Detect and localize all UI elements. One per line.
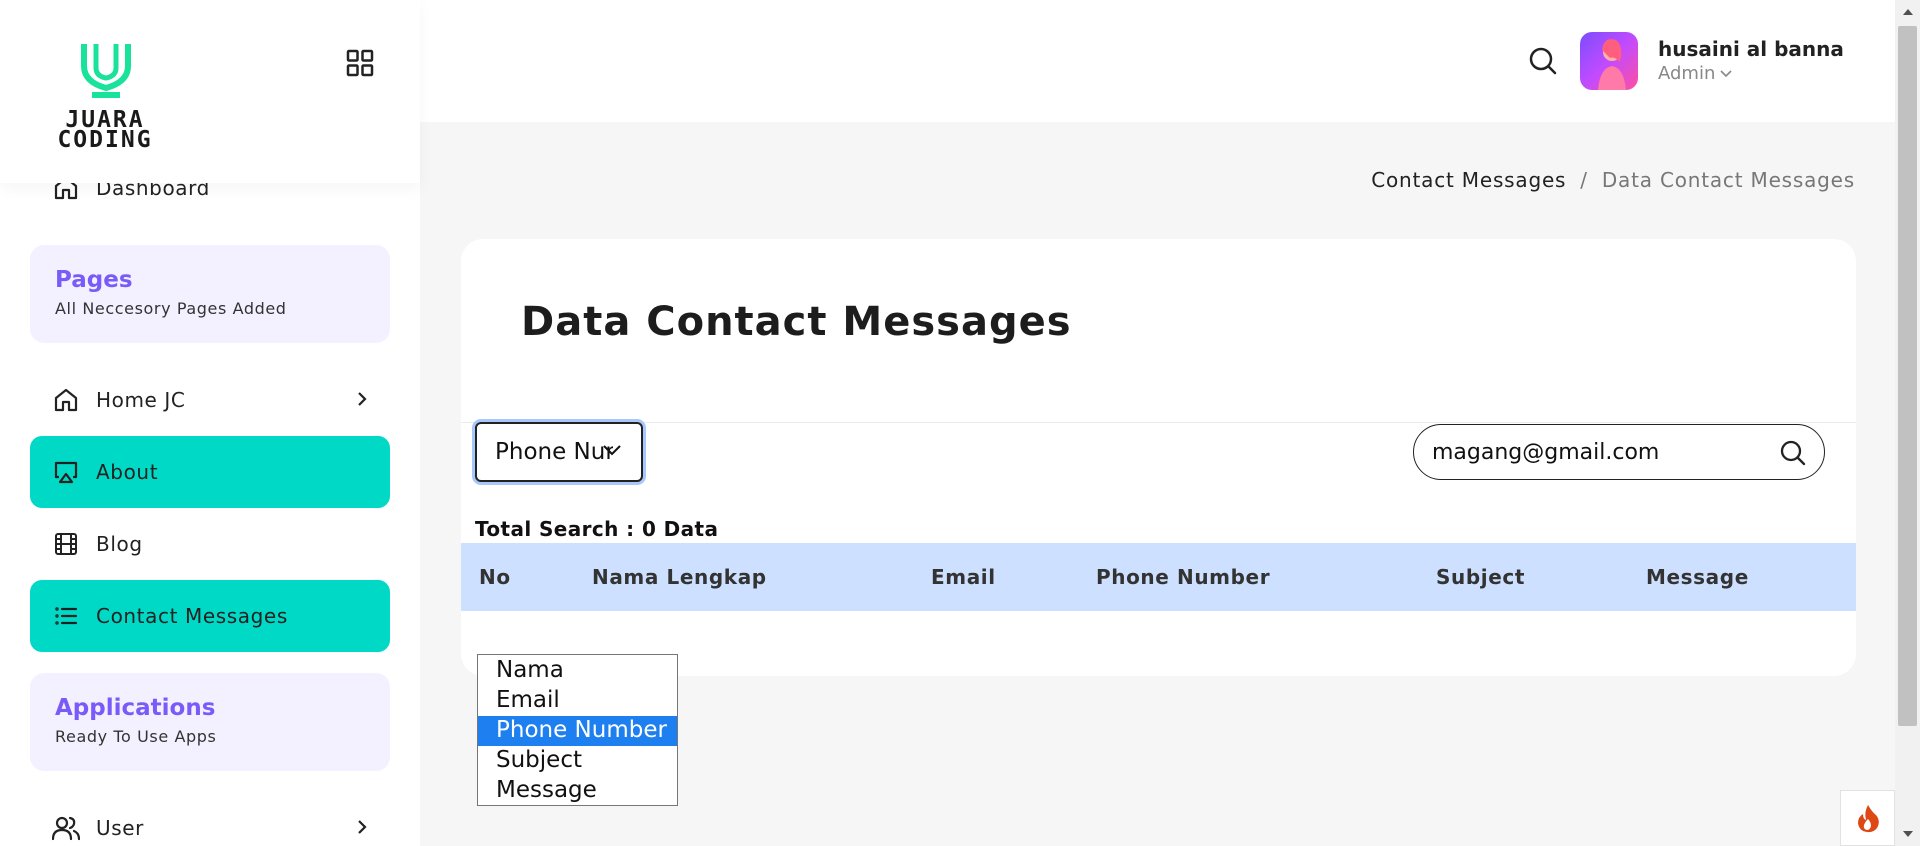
total-search-count: Total Search : 0 Data <box>475 517 719 541</box>
column-header: Subject <box>1436 565 1525 589</box>
sidebar-item-label: Home JC <box>96 388 186 412</box>
section-title: Pages <box>55 267 133 293</box>
flame-icon[interactable] <box>1840 790 1895 846</box>
column-header: Phone Number <box>1096 565 1271 589</box>
logo-area: JUARA CODING <box>0 0 420 183</box>
sidebar-item-contact-messages[interactable]: Contact Messages <box>30 580 390 652</box>
column-header: No <box>479 565 511 589</box>
breadcrumb-current: Data Contact Messages <box>1601 168 1855 192</box>
breadcrumb-separator: / <box>1580 168 1588 192</box>
airplay-icon <box>52 458 80 486</box>
search-icon[interactable] <box>1780 440 1806 470</box>
sidebar-item-user[interactable]: User <box>30 792 390 846</box>
content-card: Data Contact Messages Phone Number Total… <box>461 239 1856 676</box>
chevron-down-icon <box>603 445 621 456</box>
filter-select-value: Phone Number <box>495 439 613 465</box>
sidebar-item-label: Blog <box>96 532 143 556</box>
sidebar-item-label: Contact Messages <box>96 604 288 628</box>
breadcrumb: Contact Messages / Data Contact Messages <box>1371 168 1855 192</box>
filter-options-list: Nama Email Phone Number Subject Message <box>477 654 678 806</box>
home-icon <box>52 386 80 414</box>
page-title: Data Contact Messages <box>521 299 1072 345</box>
column-header: Message <box>1646 565 1749 589</box>
chevron-down-icon <box>1720 69 1732 77</box>
table-header: No Nama Lengkap Email Phone Number Subje… <box>461 543 1856 611</box>
option-subject[interactable]: Subject <box>478 746 677 776</box>
breadcrumb-link[interactable]: Contact Messages <box>1371 168 1566 192</box>
column-header: Email <box>931 565 996 589</box>
search-icon[interactable] <box>1528 46 1558 80</box>
users-icon <box>52 814 80 842</box>
list-icon <box>52 602 80 630</box>
film-icon <box>52 530 80 558</box>
chevron-right-icon <box>356 816 368 840</box>
scrollbar[interactable] <box>1895 0 1920 846</box>
brand-logo-icon <box>78 40 134 104</box>
user-role: Admin <box>1658 63 1716 84</box>
scroll-thumb[interactable] <box>1898 26 1917 726</box>
sidebar-item-about[interactable]: About <box>30 436 390 508</box>
pages-section-header: Pages All Neccesory Pages Added <box>30 245 390 343</box>
grid-menu-icon[interactable] <box>346 49 374 81</box>
scroll-up-arrow-icon[interactable] <box>1895 2 1920 22</box>
avatar[interactable] <box>1580 32 1638 90</box>
applications-section-header: Applications Ready To Use Apps <box>30 673 390 771</box>
option-message[interactable]: Message <box>478 776 677 806</box>
sidebar: JUARA CODING Dashboard Pages All Necceso… <box>0 0 420 846</box>
search-field <box>1413 424 1825 480</box>
user-name: husaini al banna <box>1658 37 1844 61</box>
sidebar-item-label: About <box>96 460 159 484</box>
sidebar-item-label: User <box>96 816 144 840</box>
brand-logo-text: JUARA CODING <box>57 107 153 153</box>
divider <box>461 422 1856 423</box>
option-phone-number[interactable]: Phone Number <box>478 716 677 746</box>
filter-select[interactable]: Phone Number <box>475 422 643 482</box>
chevron-right-icon <box>356 388 368 412</box>
sidebar-item-home-jc[interactable]: Home JC <box>30 364 390 436</box>
column-header: Nama Lengkap <box>592 565 767 589</box>
option-nama[interactable]: Nama <box>478 656 677 686</box>
top-header <box>420 0 1895 122</box>
section-subtitle: All Neccesory Pages Added <box>55 299 287 318</box>
section-subtitle: Ready To Use Apps <box>55 727 217 746</box>
section-title: Applications <box>55 695 216 721</box>
option-email[interactable]: Email <box>478 686 677 716</box>
scroll-down-arrow-icon[interactable] <box>1895 824 1920 844</box>
search-input[interactable] <box>1432 439 1752 465</box>
sidebar-item-blog[interactable]: Blog <box>30 508 390 580</box>
user-role-dropdown[interactable]: Admin <box>1658 63 1732 84</box>
